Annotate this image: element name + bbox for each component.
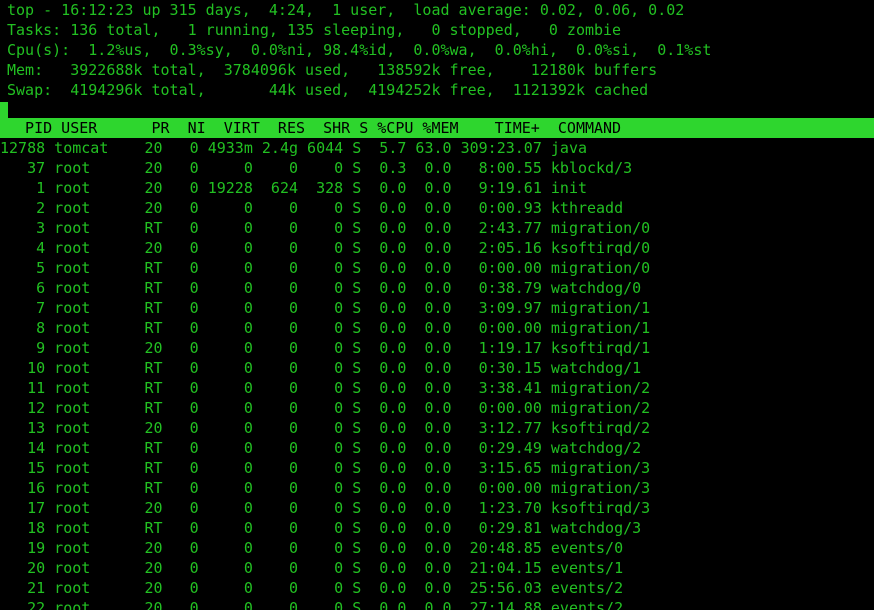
table-row[interactable]: 14 root RT 0 0 0 0 S 0.0 0.0 0:29.49 wat… — [0, 438, 874, 458]
top-cpu-line: Cpu(s): 1.2%us, 0.3%sy, 0.0%ni, 98.4%id,… — [7, 41, 712, 59]
top-uptime-line: top - 16:12:23 up 315 days, 4:24, 1 user… — [7, 1, 685, 19]
table-row[interactable]: 22 root 20 0 0 0 0 S 0.0 0.0 27:14.88 ev… — [0, 598, 874, 610]
process-table-body: 12788 tomcat 20 0 4933m 2.4g 6044 S 5.7 … — [0, 138, 874, 610]
table-row[interactable]: 3 root RT 0 0 0 0 S 0.0 0.0 2:43.77 migr… — [0, 218, 874, 238]
table-row[interactable]: 9 root 20 0 0 0 0 S 0.0 0.0 1:19.17 ksof… — [0, 338, 874, 358]
table-row[interactable]: 15 root RT 0 0 0 0 S 0.0 0.0 3:15.65 mig… — [0, 458, 874, 478]
table-row[interactable]: 5 root RT 0 0 0 0 S 0.0 0.0 0:00.00 migr… — [0, 258, 874, 278]
table-row[interactable]: 6 root RT 0 0 0 0 S 0.0 0.0 0:38.79 watc… — [0, 278, 874, 298]
table-row[interactable]: 1 root 20 0 19228 624 328 S 0.0 0.0 9:19… — [0, 178, 874, 198]
table-row[interactable]: 16 root RT 0 0 0 0 S 0.0 0.0 0:00.00 mig… — [0, 478, 874, 498]
table-row[interactable]: 20 root 20 0 0 0 0 S 0.0 0.0 21:04.15 ev… — [0, 558, 874, 578]
table-row[interactable]: 8 root RT 0 0 0 0 S 0.0 0.0 0:00.00 migr… — [0, 318, 874, 338]
process-table-header-text: PID USER PR NI VIRT RES SHR S %CPU %MEM … — [7, 119, 622, 137]
table-row[interactable]: 17 root 20 0 0 0 0 S 0.0 0.0 1:23.70 kso… — [0, 498, 874, 518]
table-row[interactable]: 10 root RT 0 0 0 0 S 0.0 0.0 0:30.15 wat… — [0, 358, 874, 378]
top-swap-line: Swap: 4194296k total, 44k used, 4194252k… — [7, 81, 649, 99]
table-row[interactable]: 11 root RT 0 0 0 0 S 0.0 0.0 3:38.41 mig… — [0, 378, 874, 398]
table-row[interactable]: 21 root 20 0 0 0 0 S 0.0 0.0 25:56.03 ev… — [0, 578, 874, 598]
cursor-row — [0, 100, 874, 120]
terminal-window[interactable]: top - 16:12:23 up 315 days, 4:24, 1 user… — [0, 0, 874, 610]
table-row[interactable]: 18 root RT 0 0 0 0 S 0.0 0.0 0:29.81 wat… — [0, 518, 874, 538]
table-row[interactable]: 19 root 20 0 0 0 0 S 0.0 0.0 20:48.85 ev… — [0, 538, 874, 558]
table-row[interactable]: 13 root 20 0 0 0 0 S 0.0 0.0 3:12.77 kso… — [0, 418, 874, 438]
top-tasks-line: Tasks: 136 total, 1 running, 135 sleepin… — [7, 21, 622, 39]
table-row[interactable]: 12 root RT 0 0 0 0 S 0.0 0.0 0:00.00 mig… — [0, 398, 874, 418]
table-row[interactable]: 12788 tomcat 20 0 4933m 2.4g 6044 S 5.7 … — [0, 138, 874, 158]
table-row[interactable]: 37 root 20 0 0 0 0 S 0.3 0.0 8:00.55 kbl… — [0, 158, 874, 178]
process-table-header: PID USER PR NI VIRT RES SHR S %CPU %MEM … — [0, 118, 874, 138]
table-row[interactable]: 4 root 20 0 0 0 0 S 0.0 0.0 2:05.16 ksof… — [0, 238, 874, 258]
top-mem-line: Mem: 3922688k total, 3784096k used, 1385… — [7, 61, 658, 79]
table-row[interactable]: 7 root RT 0 0 0 0 S 0.0 0.0 3:09.97 migr… — [0, 298, 874, 318]
table-row[interactable]: 2 root 20 0 0 0 0 S 0.0 0.0 0:00.93 kthr… — [0, 198, 874, 218]
